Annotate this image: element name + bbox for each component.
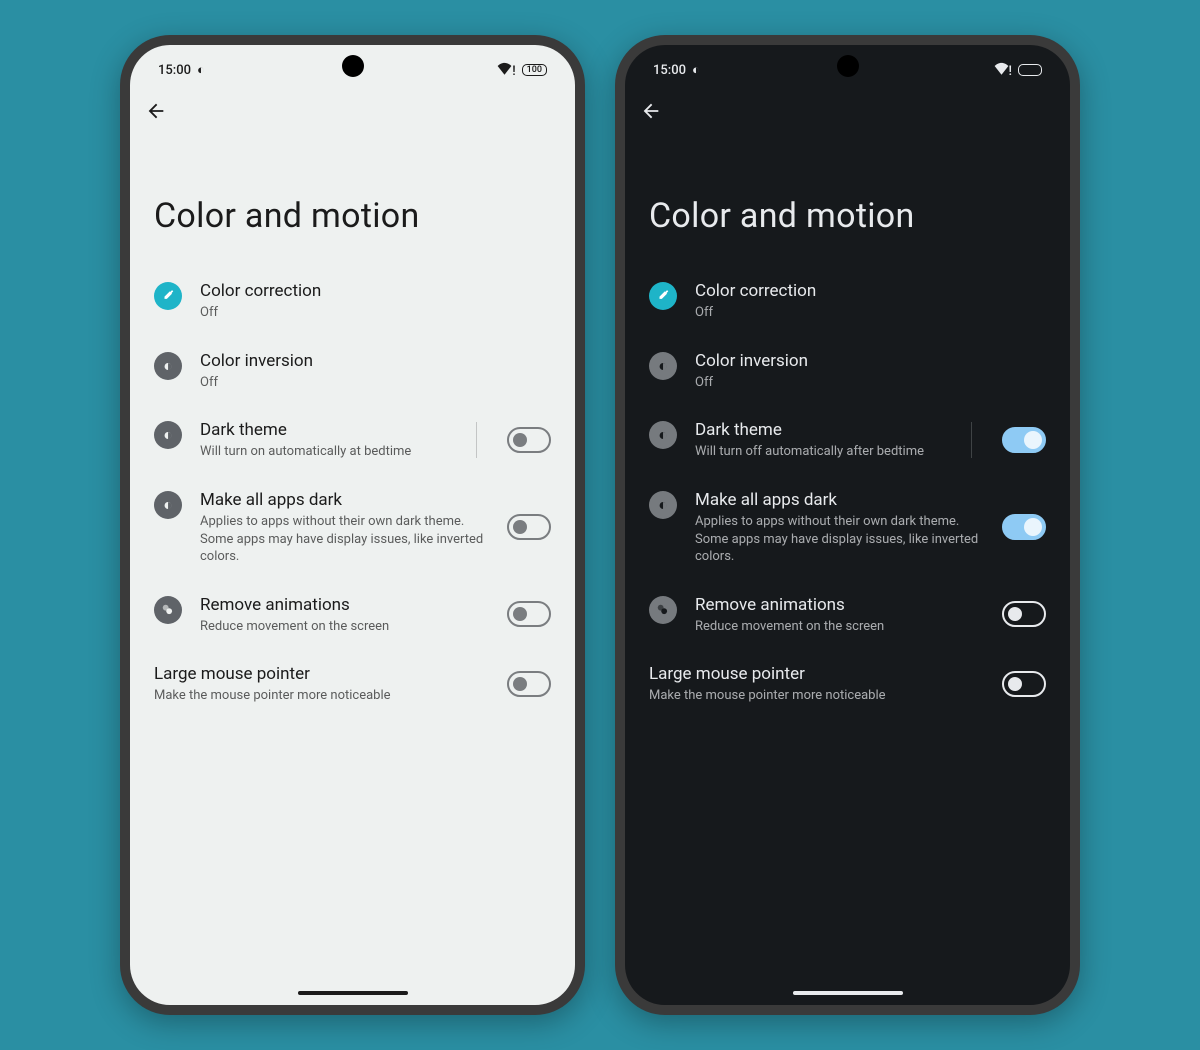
color-correction-sub: Off [695, 304, 1046, 322]
dark-theme-icon: ◐ [154, 421, 182, 449]
large-pointer-sub: Make the mouse pointer more noticeable [649, 687, 1002, 705]
make-dark-icon: ◐ [649, 491, 677, 519]
wifi-icon: ! [994, 62, 1012, 79]
phone-dark: 15:00 ◐ ! Color and motion Color correct… [615, 35, 1080, 1015]
color-correction-label: Color correction [200, 280, 551, 302]
row-color-correction[interactable]: Color correction Off [625, 266, 1070, 336]
phone-light: 15:00 ◐ ! 100 Color and motion Color cor… [120, 35, 585, 1015]
remove-anim-toggle[interactable] [1002, 601, 1046, 627]
nav-bar[interactable] [298, 991, 408, 995]
large-pointer-toggle[interactable] [507, 671, 551, 697]
make-dark-label: Make all apps dark [695, 489, 984, 511]
page-title: Color and motion [625, 126, 1070, 266]
toolbar [625, 85, 1070, 126]
dark-theme-sub: Will turn off automatically after bedtim… [695, 443, 949, 461]
row-dark-theme[interactable]: ◐ Dark theme Will turn off automatically… [625, 405, 1070, 475]
color-inversion-sub: Off [695, 374, 1046, 392]
remove-anim-label: Remove animations [200, 594, 489, 616]
make-dark-sub: Applies to apps without their own dark t… [200, 513, 489, 566]
eyedropper-icon [649, 282, 677, 310]
row-color-inversion[interactable]: ◐ Color inversion Off [130, 336, 575, 406]
contrast-icon: ◐ [154, 352, 182, 380]
make-dark-toggle[interactable] [1002, 514, 1046, 540]
dark-theme-label: Dark theme [200, 419, 454, 441]
back-icon[interactable] [639, 99, 663, 123]
screen-light: 15:00 ◐ ! 100 Color and motion Color cor… [130, 45, 575, 1005]
make-dark-label: Make all apps dark [200, 489, 489, 511]
divider [476, 422, 477, 458]
back-icon[interactable] [144, 99, 168, 123]
color-inversion-label: Color inversion [200, 350, 551, 372]
large-pointer-sub: Make the mouse pointer more noticeable [154, 687, 507, 705]
row-dark-theme[interactable]: ◐ Dark theme Will turn on automatically … [130, 405, 575, 475]
remove-anim-sub: Reduce movement on the screen [200, 618, 489, 636]
divider [971, 422, 972, 458]
make-dark-toggle[interactable] [507, 514, 551, 540]
row-large-pointer[interactable]: Large mouse pointer Make the mouse point… [130, 649, 575, 719]
large-pointer-label: Large mouse pointer [649, 663, 1002, 685]
dark-theme-sub: Will turn on automatically at bedtime [200, 443, 454, 461]
make-dark-sub: Applies to apps without their own dark t… [695, 513, 984, 566]
remove-anim-icon [649, 596, 677, 624]
contrast-icon: ◐ [649, 352, 677, 380]
remove-anim-sub: Reduce movement on the screen [695, 618, 984, 636]
do-not-disturb-icon: ◐ [197, 62, 205, 78]
row-color-correction[interactable]: Color correction Off [130, 266, 575, 336]
large-pointer-toggle[interactable] [1002, 671, 1046, 697]
page-title: Color and motion [130, 126, 575, 266]
toolbar [130, 85, 575, 126]
status-time: 15:00 [158, 63, 191, 78]
remove-anim-toggle[interactable] [507, 601, 551, 627]
camera-cutout [837, 55, 859, 77]
nav-bar[interactable] [793, 991, 903, 995]
row-remove-anim[interactable]: Remove animations Reduce movement on the… [130, 580, 575, 650]
status-time: 15:00 [653, 63, 686, 78]
do-not-disturb-icon: ◐ [692, 62, 700, 78]
dark-theme-label: Dark theme [695, 419, 949, 441]
camera-cutout [342, 55, 364, 77]
large-pointer-label: Large mouse pointer [154, 663, 507, 685]
row-make-dark[interactable]: ◐ Make all apps dark Applies to apps wit… [625, 475, 1070, 580]
color-correction-sub: Off [200, 304, 551, 322]
row-color-inversion[interactable]: ◐ Color inversion Off [625, 336, 1070, 406]
row-large-pointer[interactable]: Large mouse pointer Make the mouse point… [625, 649, 1070, 719]
color-correction-label: Color correction [695, 280, 1046, 302]
screen-dark: 15:00 ◐ ! Color and motion Color correct… [625, 45, 1070, 1005]
row-make-dark[interactable]: ◐ Make all apps dark Applies to apps wit… [130, 475, 575, 580]
battery-icon: 100 [522, 64, 547, 76]
row-remove-anim[interactable]: Remove animations Reduce movement on the… [625, 580, 1070, 650]
wifi-icon: ! [497, 62, 515, 79]
color-inversion-sub: Off [200, 374, 551, 392]
dark-theme-icon: ◐ [649, 421, 677, 449]
battery-icon [1018, 64, 1042, 76]
dark-theme-toggle[interactable] [507, 427, 551, 453]
color-inversion-label: Color inversion [695, 350, 1046, 372]
remove-anim-label: Remove animations [695, 594, 984, 616]
eyedropper-icon [154, 282, 182, 310]
make-dark-icon: ◐ [154, 491, 182, 519]
dark-theme-toggle[interactable] [1002, 427, 1046, 453]
remove-anim-icon [154, 596, 182, 624]
